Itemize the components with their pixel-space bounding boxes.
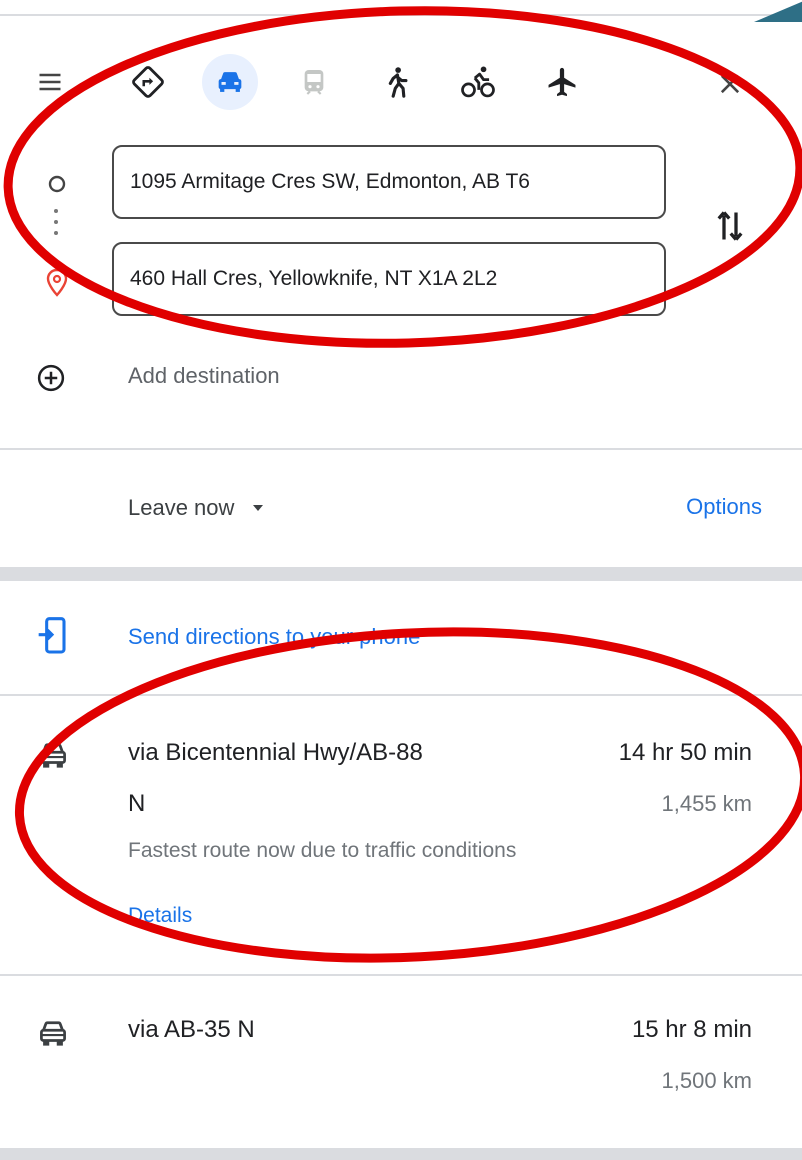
- section-divider: [0, 567, 802, 581]
- origin-circle-icon: [48, 175, 66, 193]
- bike-icon: [461, 66, 495, 98]
- origin-input[interactable]: [128, 169, 650, 195]
- swap-icon[interactable]: [712, 206, 748, 246]
- send-to-phone-icon[interactable]: [36, 616, 68, 656]
- divider: [0, 448, 802, 450]
- route-name-continued: N: [128, 790, 146, 817]
- route-time: 15 hr 8 min: [631, 1016, 752, 1043]
- top-border: [0, 14, 802, 16]
- leave-now-label: Leave now: [128, 495, 235, 520]
- directions-icon: [132, 66, 164, 98]
- car-icon: [40, 743, 66, 768]
- menu-icon[interactable]: [36, 68, 64, 96]
- route-name: via AB-35 N: [128, 1016, 255, 1043]
- mode-transit[interactable]: [286, 54, 342, 110]
- car-icon: [40, 1021, 66, 1046]
- add-circle-icon[interactable]: [36, 363, 66, 393]
- origin-field[interactable]: [112, 145, 666, 219]
- plane-icon: [548, 67, 576, 97]
- route-item[interactable]: via Bicentennial Hwy/AB-88 N 14 hr 50 mi…: [0, 696, 802, 927]
- walk-icon: [388, 67, 408, 98]
- mode-driving[interactable]: [202, 54, 258, 110]
- close-icon[interactable]: [716, 70, 744, 98]
- destination-input[interactable]: [128, 266, 650, 292]
- mode-flights[interactable]: [534, 54, 590, 110]
- route-dots-icon: [54, 209, 58, 235]
- section-divider: [0, 1148, 802, 1160]
- add-destination-link[interactable]: Add destination: [128, 363, 280, 389]
- corner-decoration: [754, 1, 802, 22]
- train-icon: [304, 70, 324, 95]
- mode-best[interactable]: [120, 54, 176, 110]
- route-distance: 1,500 km: [661, 1068, 753, 1093]
- leave-now-dropdown[interactable]: Leave now: [128, 495, 266, 521]
- destination-pin-icon: [46, 268, 68, 297]
- route-distance: 1,455 km: [661, 791, 753, 816]
- car-icon: [218, 72, 242, 92]
- mode-walking[interactable]: [368, 54, 424, 110]
- destination-field[interactable]: [112, 242, 666, 316]
- options-button[interactable]: Options: [686, 494, 762, 520]
- send-directions-link[interactable]: Send directions to your phone: [128, 624, 420, 650]
- caret-down-icon: [253, 505, 264, 511]
- route-note: Fastest route now due to traffic conditi…: [128, 839, 517, 862]
- route-name: via Bicentennial Hwy/AB-88: [128, 739, 423, 766]
- route-time: 14 hr 50 min: [618, 739, 752, 766]
- mode-cycling[interactable]: [450, 54, 506, 110]
- route-item[interactable]: via AB-35 N 15 hr 8 min 1,500 km: [0, 976, 802, 1136]
- details-link[interactable]: Details: [128, 904, 192, 928]
